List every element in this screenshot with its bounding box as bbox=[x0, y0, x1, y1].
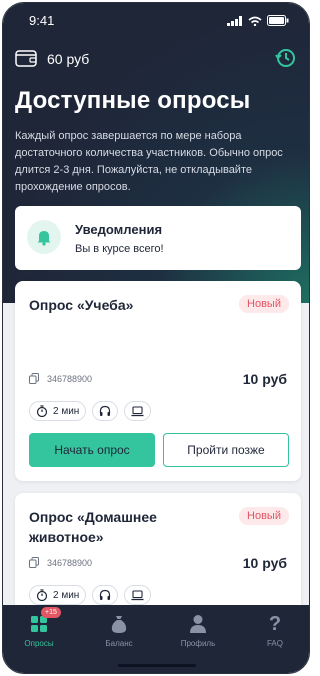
laptop-icon bbox=[131, 589, 144, 600]
tab-surveys[interactable]: +15 Опросы bbox=[9, 607, 69, 648]
page-title: Доступные опросы bbox=[15, 87, 251, 114]
laptop-icon bbox=[131, 405, 144, 416]
survey-id: 346788900 bbox=[47, 373, 93, 384]
survey-id-row: 346788900 bbox=[29, 373, 92, 384]
duration-label: 2 мин bbox=[53, 405, 80, 417]
notifications-card[interactable]: Уведомления Вы в курсе всего! bbox=[15, 206, 301, 270]
device-chip bbox=[124, 401, 152, 421]
bell-icon bbox=[27, 220, 61, 254]
tab-profile[interactable]: Профиль bbox=[168, 611, 228, 648]
tab-label: Баланс bbox=[105, 639, 133, 648]
survey-id: 346788900 bbox=[47, 557, 93, 568]
tab-label: Профиль bbox=[180, 639, 216, 648]
phone-screen: 9:41 60 руб Доступные опросы Каждый опро… bbox=[2, 2, 310, 674]
status-icons bbox=[227, 15, 289, 26]
duration-chip: 2 мин bbox=[29, 585, 87, 605]
survey-card: Опрос «Домашнее животное» Новый 34678890… bbox=[15, 493, 301, 623]
question-icon: ? bbox=[268, 612, 282, 635]
audio-chip bbox=[92, 585, 119, 605]
survey-card: Опрос «Учеба» Новый 346788900 10 руб 2 м… bbox=[15, 281, 301, 481]
start-survey-button[interactable]: Начать опрос bbox=[29, 433, 155, 467]
copy-icon[interactable] bbox=[29, 373, 39, 384]
stopwatch-icon bbox=[36, 405, 48, 417]
notifications-title: Уведомления bbox=[75, 222, 163, 237]
survey-id-row: 346788900 bbox=[29, 557, 92, 568]
bottom-tab-bar: +15 Опросы Баланс Профиль ? FAQ bbox=[3, 605, 309, 673]
survey-chips: 2 мин bbox=[29, 585, 152, 605]
person-icon bbox=[190, 615, 206, 633]
later-button[interactable]: Пройти позже bbox=[163, 433, 289, 467]
status-badge: Новый bbox=[239, 507, 289, 525]
notifications-subtitle: Вы в курсе всего! bbox=[75, 243, 164, 255]
page-description: Каждый опрос завершается по мере набора … bbox=[15, 130, 283, 193]
money-bag-icon bbox=[111, 616, 127, 633]
status-badge: Новый bbox=[239, 295, 289, 313]
balance-amount: 60 руб bbox=[47, 51, 90, 67]
stopwatch-icon bbox=[36, 589, 48, 601]
status-bar: 9:41 bbox=[29, 13, 289, 29]
survey-title: Опрос «Учеба» bbox=[29, 297, 134, 313]
signal-icon bbox=[227, 15, 242, 26]
tab-balance[interactable]: Баланс bbox=[89, 611, 149, 648]
wifi-icon bbox=[248, 16, 262, 26]
duration-label: 2 мин bbox=[53, 589, 80, 601]
tab-faq[interactable]: ? FAQ bbox=[245, 611, 305, 649]
home-indicator bbox=[118, 664, 196, 667]
balance-row: 60 руб bbox=[15, 47, 297, 71]
tab-label: FAQ bbox=[266, 639, 283, 648]
status-time: 9:41 bbox=[29, 13, 55, 28]
survey-counter-badge: +15 bbox=[41, 607, 61, 618]
duration-chip: 2 мин bbox=[29, 401, 87, 421]
tab-label: Опросы bbox=[24, 639, 54, 648]
wallet-icon bbox=[15, 50, 37, 67]
audio-chip bbox=[92, 401, 119, 421]
battery-icon bbox=[267, 15, 289, 26]
survey-price: 10 руб bbox=[242, 555, 287, 571]
survey-chips: 2 мин bbox=[29, 401, 152, 421]
copy-icon[interactable] bbox=[29, 557, 39, 568]
history-icon[interactable] bbox=[275, 47, 297, 69]
headphones-icon bbox=[100, 589, 111, 600]
header-section: 9:41 60 руб Доступные опросы Каждый опро… bbox=[3, 3, 309, 303]
survey-title: Опрос «Домашнее животное» bbox=[29, 509, 157, 545]
device-chip bbox=[124, 585, 152, 605]
survey-price: 10 руб bbox=[242, 371, 287, 387]
headphones-icon bbox=[100, 405, 111, 416]
